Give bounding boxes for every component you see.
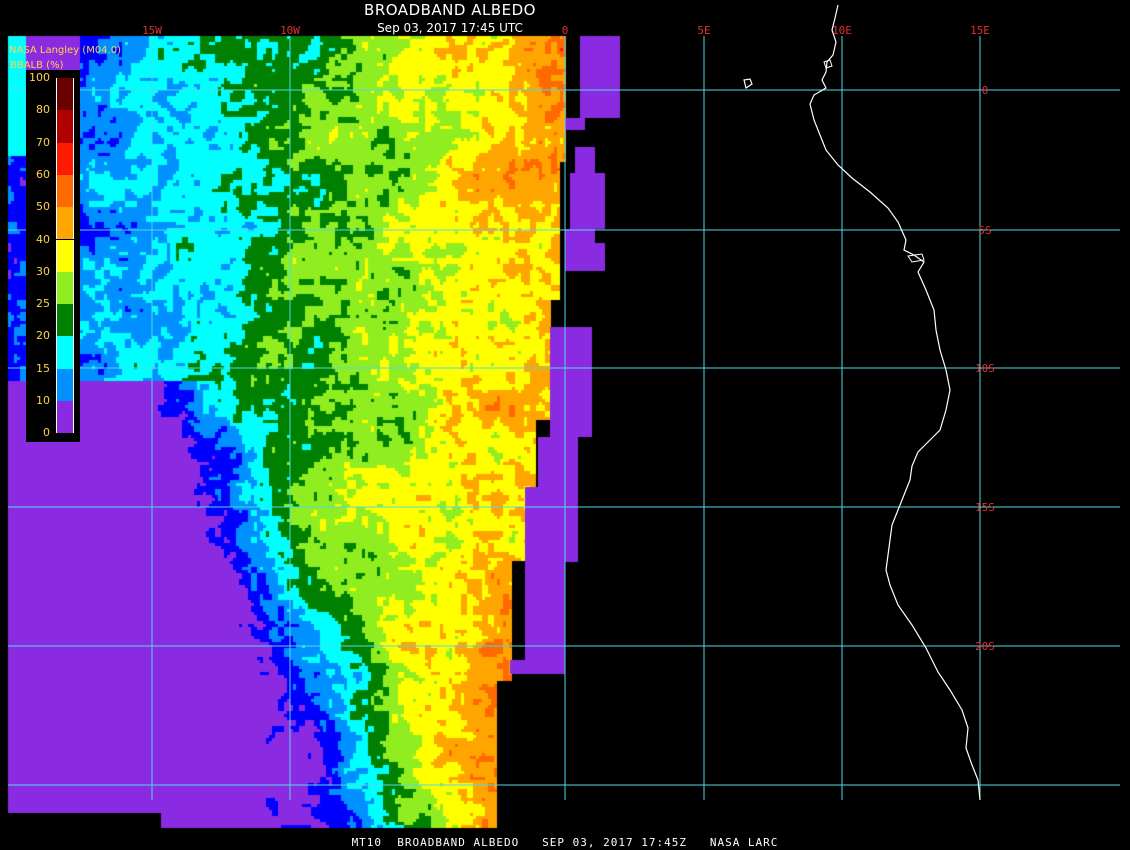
legend-tick-label: 20: [36, 329, 50, 343]
colorbar-legend: 100 80 70 60 50 40 30 25 20 15 10 0: [26, 70, 80, 442]
map-timestamp: Sep 03, 2017 17:45 UTC: [377, 21, 523, 35]
latitude-label: 10S: [975, 362, 995, 375]
latitude-label: 5S: [978, 224, 991, 237]
legend-swatch: [56, 78, 74, 111]
legend-swatch: [56, 271, 74, 305]
river-mouth-outline: [907, 253, 925, 263]
africa-coastline: [809, 4, 981, 801]
legend-tick-label: 60: [36, 167, 50, 181]
latitude-label: 15S: [975, 501, 995, 514]
legend-swatch: [56, 239, 74, 272]
legend-swatch: [56, 401, 74, 434]
legend-tick-label: 40: [36, 232, 50, 246]
legend-swatch: [56, 110, 74, 143]
legend-tick-label: 25: [36, 297, 50, 311]
provider-label: NASA Langley (M04.0): [9, 45, 121, 56]
legend-tick-label: 15: [36, 361, 50, 375]
longitude-label: 15E: [970, 24, 990, 37]
legend-swatch: [56, 336, 74, 369]
legend-swatch: [56, 368, 74, 401]
legend-tick-label: 100: [29, 71, 50, 84]
legend-swatch: [56, 304, 74, 337]
legend-tick-label: 80: [36, 103, 50, 117]
latitude-label: 20S: [975, 640, 995, 653]
island-outline: [743, 78, 753, 89]
legend-swatch: [56, 174, 74, 208]
legend-tick-label: 50: [36, 200, 50, 214]
latitude-label: 0: [982, 84, 989, 97]
footer-caption: MT10 BROADBAND ALBEDO SEP 03, 2017 17:45…: [351, 836, 779, 849]
legend-tick-label: 30: [36, 264, 50, 278]
legend-tick-label: 10: [36, 394, 50, 407]
legend-swatch: [56, 207, 74, 240]
legend-tick-label: 0: [43, 426, 50, 440]
grid-labels: 15W 10W 0 5E 10E 15E05S10S15S20S: [142, 24, 995, 653]
map-overlay: 15W 10W 0 5E 10E 15E05S10S15S20S: [8, 4, 1120, 801]
lat-lon-grid: [8, 36, 1120, 800]
legend-tick-label: 70: [36, 135, 50, 149]
map-title: BROADBAND ALBEDO: [364, 1, 536, 19]
legend-swatch: [56, 142, 74, 175]
